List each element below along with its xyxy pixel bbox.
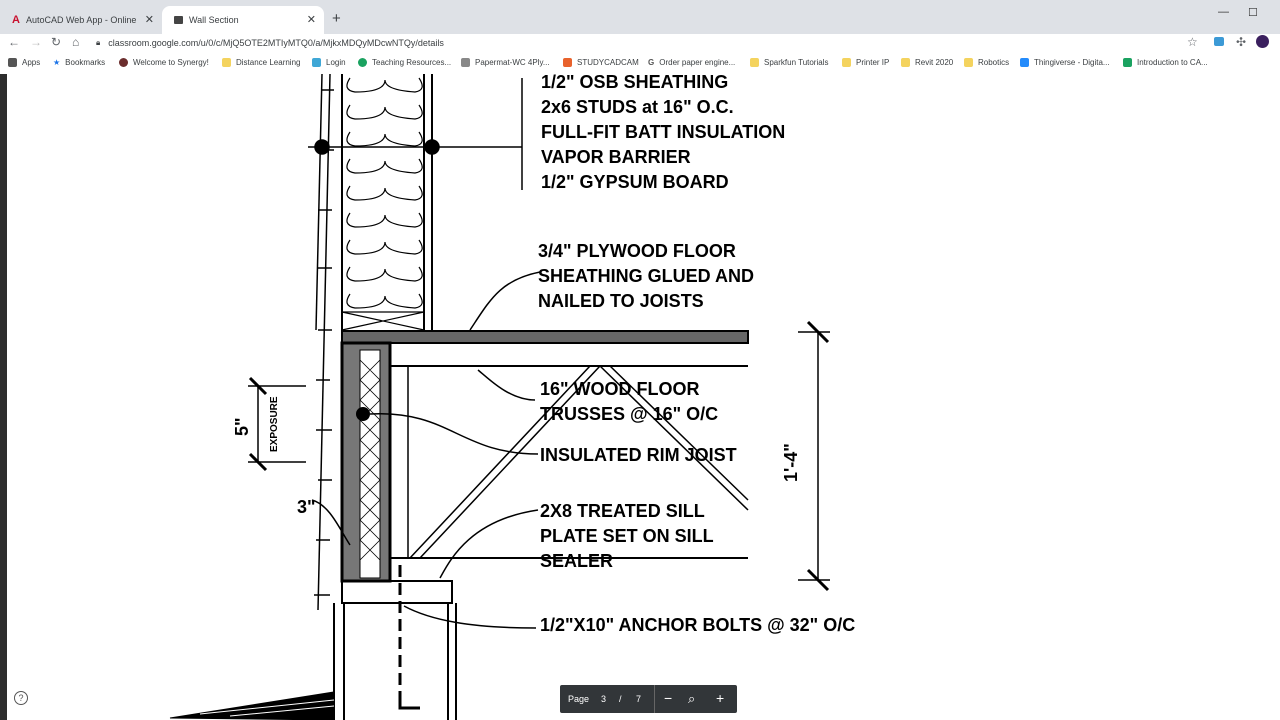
classroom-icon: [174, 16, 183, 24]
bookmark-login[interactable]: Login: [312, 58, 346, 67]
folder-icon: [901, 58, 910, 67]
folder-icon: [964, 58, 973, 67]
truss-note: 16" WOOD FLOOR: [540, 379, 700, 399]
star-icon[interactable]: ☆: [1187, 35, 1198, 49]
avatar[interactable]: [1256, 35, 1269, 51]
divider: [654, 685, 655, 713]
close-icon[interactable]: ✕: [145, 13, 154, 26]
url-text: classroom.google.com/u/0/c/MjQ5OTE2MTIyM…: [108, 38, 444, 48]
bookmark-printer-ip[interactable]: Printer IP: [842, 58, 889, 67]
exposure-dimension: 5": [232, 417, 252, 436]
truss-note: TRUSSES @ 16" O/C: [540, 404, 718, 424]
google-icon: G: [648, 58, 655, 67]
bookmark-papermat[interactable]: Papermat-WC 4Ply...: [461, 58, 550, 67]
bookmark-revit[interactable]: Revit 2020: [901, 58, 953, 67]
folder-icon: [750, 58, 759, 67]
synergy-icon: [119, 58, 128, 67]
bookmark-teaching-resources[interactable]: Teaching Resources...: [358, 58, 451, 67]
bookmark-order-paper[interactable]: G Order paper engine...: [648, 58, 735, 67]
page-navigator: Page 3 / 7 − ⌕ +: [560, 685, 737, 713]
page-label: Page: [568, 694, 590, 704]
page-separator: /: [619, 694, 622, 704]
sill-plate-note: SEALER: [540, 551, 613, 571]
thingiverse-icon: [1020, 58, 1029, 67]
bookmark-bookmarks[interactable]: ★ Bookmarks: [53, 58, 105, 67]
maximize-icon[interactable]: ☐: [1248, 6, 1258, 19]
bookmark-synergy[interactable]: Welcome to Synergy!: [119, 58, 209, 67]
autocad-logo-icon: A: [12, 14, 20, 26]
bookmark-apps[interactable]: Apps: [8, 58, 40, 67]
folder-icon: [222, 58, 231, 67]
height-dimension: 1'-4": [781, 443, 801, 482]
tab-title: AutoCAD Web App - Online CAD: [25, 15, 138, 25]
teaching-icon: [358, 58, 367, 67]
sill-plate-note: PLATE SET ON SILL: [540, 526, 714, 546]
bookmarks-bar: Apps ★ Bookmarks Welcome to Synergy! Dist…: [0, 54, 1280, 72]
zoom-out-icon[interactable]: −: [664, 690, 672, 706]
bookmark-sparkfun[interactable]: Sparkfun Tutorials: [750, 58, 828, 67]
tab-title: Wall Section: [189, 15, 239, 25]
reload-icon[interactable]: ↻: [51, 35, 61, 49]
help-icon[interactable]: ?: [14, 691, 28, 705]
zoom-icon[interactable]: ⌕: [688, 691, 695, 707]
bookmark-thingiverse[interactable]: Thingiverse - Digita...: [1020, 58, 1110, 67]
puzzle-icon[interactable]: ✣: [1236, 35, 1246, 49]
new-tab-plus-icon[interactable]: +: [332, 10, 341, 27]
tab-wall-section[interactable]: Wall Section ✕: [162, 6, 324, 34]
star-icon: ★: [53, 58, 61, 67]
siding-dimension: 3": [297, 497, 316, 517]
zoom-in-icon[interactable]: +: [716, 690, 724, 706]
floor-sheathing-note: 3/4" PLYWOOD FLOOR: [538, 241, 736, 261]
document-viewer[interactable]: 1/2" OSB SHEATHING 2x6 STUDS at 16" O.C.…: [0, 74, 1280, 720]
login-icon: [312, 58, 321, 67]
studycadcam-icon: [563, 58, 572, 67]
floor-sheathing-note: SHEATHING GLUED AND: [538, 266, 754, 286]
classroom-icon: [1123, 58, 1132, 67]
home-icon[interactable]: ⌂: [72, 35, 79, 49]
wall-note: 1/2" GYPSUM BOARD: [541, 172, 729, 192]
tab-strip: A AutoCAD Web App - Online CAD ✕ Wall Se…: [0, 0, 1280, 34]
lock-icon: 🔒︎: [96, 38, 101, 47]
floor-sheathing-note: NAILED TO JOISTS: [538, 291, 704, 311]
wall-section-drawing: 1/2" OSB SHEATHING 2x6 STUDS at 16" O.C.…: [169, 74, 855, 720]
close-icon[interactable]: ✕: [307, 13, 316, 26]
wall-note: 1/2" OSB SHEATHING: [541, 74, 728, 92]
wall-note: 2x6 STUDS at 16" O.C.: [541, 97, 734, 117]
minimize-icon[interactable]: —: [1218, 6, 1229, 18]
forward-arrow-icon[interactable]: →: [30, 35, 42, 49]
page-current[interactable]: 3: [601, 694, 606, 704]
back-arrow-icon[interactable]: ←: [8, 35, 20, 49]
page-total: 7: [636, 694, 642, 704]
exposure-label: EXPOSURE: [269, 396, 280, 452]
bookmark-intro-cad[interactable]: Introduction to CA...: [1123, 58, 1208, 67]
left-edge-bar: [0, 74, 7, 720]
wall-note: FULL-FIT BATT INSULATION: [541, 122, 785, 142]
extension-icon[interactable]: [1214, 35, 1224, 49]
bookmark-distance-learning[interactable]: Distance Learning: [222, 58, 300, 67]
wall-note: VAPOR BARRIER: [541, 147, 691, 167]
bookmark-studycadcam[interactable]: STUDYCADCAM: [563, 58, 639, 67]
apps-grid-icon: [8, 58, 17, 67]
folder-icon: [842, 58, 851, 67]
bookmark-robotics[interactable]: Robotics: [964, 58, 1009, 67]
anchor-bolt-note: 1/2"X10" ANCHOR BOLTS @ 32" O/C: [540, 615, 855, 635]
address-bar[interactable]: 🔒︎ classroom.google.com/u/0/c/MjQ5OTE2MT…: [96, 35, 1200, 51]
papermat-icon: [461, 58, 470, 67]
sill-plate-note: 2X8 TREATED SILL: [540, 501, 705, 521]
rim-joist-note: INSULATED RIM JOIST: [540, 445, 737, 465]
tab-autocad[interactable]: A AutoCAD Web App - Online CAD ✕: [0, 6, 162, 34]
